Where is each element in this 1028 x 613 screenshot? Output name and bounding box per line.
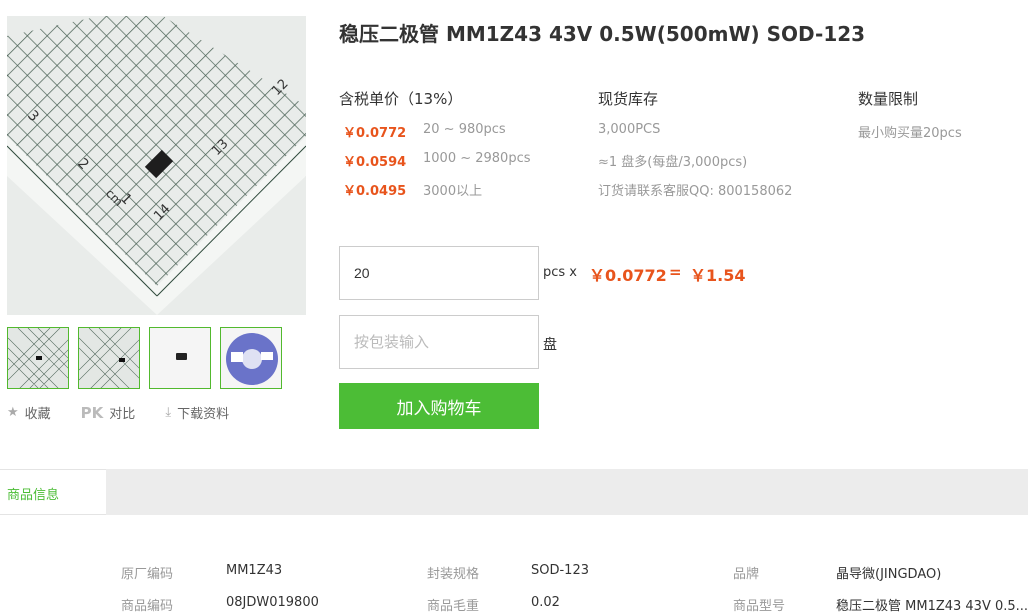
spec-key: 品牌 — [733, 567, 760, 582]
product-actions: ★ 收藏 PK 对比 ⤓ 下载资料 — [7, 403, 259, 423]
price-tier: ￥0.0772 20 ~ 980pcs — [343, 122, 506, 141]
thumbnail-strip — [7, 327, 282, 389]
pack-unit-label: 盘 — [543, 337, 557, 353]
thumbnail-1[interactable] — [7, 327, 69, 389]
download-button[interactable]: ⤓ 下载资料 — [165, 403, 229, 422]
tier-range: 3000以上 — [423, 184, 483, 199]
equals-sign: = — [669, 263, 682, 281]
download-label: 下载资料 — [177, 407, 230, 422]
spec-value: 晶导微(JINGDAO) — [836, 567, 942, 582]
stock-reels: ≈1 盘多(每盘/3,000pcs) — [598, 155, 748, 170]
compare-button[interactable]: PK 对比 — [80, 403, 136, 423]
spec-key: 封装规格 — [427, 567, 480, 582]
price-tier: ￥0.0495 3000以上 — [343, 180, 482, 199]
compare-label: 对比 — [109, 407, 136, 422]
ruler-photo: 3 2 1 cm 14 13 12 — [7, 16, 306, 315]
tier-price: ￥0.0772 — [343, 126, 407, 141]
add-to-cart-button[interactable]: 加入购物车 — [339, 383, 539, 429]
spec-key: 商品毛重 — [427, 599, 480, 613]
spec-value: 0.02 — [531, 595, 560, 610]
thumbnail-3[interactable] — [149, 327, 211, 389]
pack-input[interactable] — [339, 315, 539, 369]
price-header: 含税单价（13%） — [339, 90, 463, 108]
pk-icon: PK — [80, 403, 104, 422]
quantity-input[interactable] — [339, 246, 539, 300]
tab-product-info[interactable]: 商品信息 — [0, 469, 106, 515]
star-icon: ★ — [7, 405, 19, 420]
unit-label: pcs x — [543, 265, 577, 280]
spec-key: 商品编码 — [121, 599, 174, 613]
favorite-label: 收藏 — [24, 407, 51, 422]
stock-contact: 订货请联系客服QQ: 800158062 — [598, 184, 793, 199]
tier-price: ￥0.0495 — [343, 184, 407, 199]
tier-price: ￥0.0594 — [343, 155, 407, 170]
product-title: 稳压二极管 MM1Z43 43V 0.5W(500mW) SOD-123 — [339, 22, 866, 46]
thumbnail-2[interactable] — [78, 327, 140, 389]
price-tier: ￥0.0594 1000 ~ 2980pcs — [343, 151, 531, 170]
min-order-text: 最小购买量20pcs — [858, 126, 962, 141]
product-main-image: 3 2 1 cm 14 13 12 — [7, 16, 306, 315]
tier-range: 20 ~ 980pcs — [423, 122, 506, 137]
stock-quantity: 3,000PCS — [598, 122, 661, 137]
download-icon: ⤓ — [165, 405, 172, 420]
spec-value: 08JDW019800 — [226, 595, 319, 610]
spec-value: MM1Z43 — [226, 563, 283, 578]
stock-header: 现货库存 — [598, 90, 659, 108]
spec-key: 原厂编码 — [121, 567, 174, 582]
limit-header: 数量限制 — [858, 90, 919, 108]
favorite-button[interactable]: ★ 收藏 — [7, 403, 51, 422]
spec-value: 稳压二极管 MM1Z43 43V 0.5... — [836, 599, 1028, 613]
tier-range: 1000 ~ 2980pcs — [423, 151, 531, 166]
spec-key: 商品型号 — [733, 599, 786, 613]
spec-value: SOD-123 — [531, 563, 589, 578]
thumbnail-4[interactable] — [220, 327, 282, 389]
total-price: ￥1.54 — [690, 266, 746, 285]
unit-price: ￥0.0772 — [589, 266, 667, 285]
tab-bar — [0, 469, 1028, 515]
